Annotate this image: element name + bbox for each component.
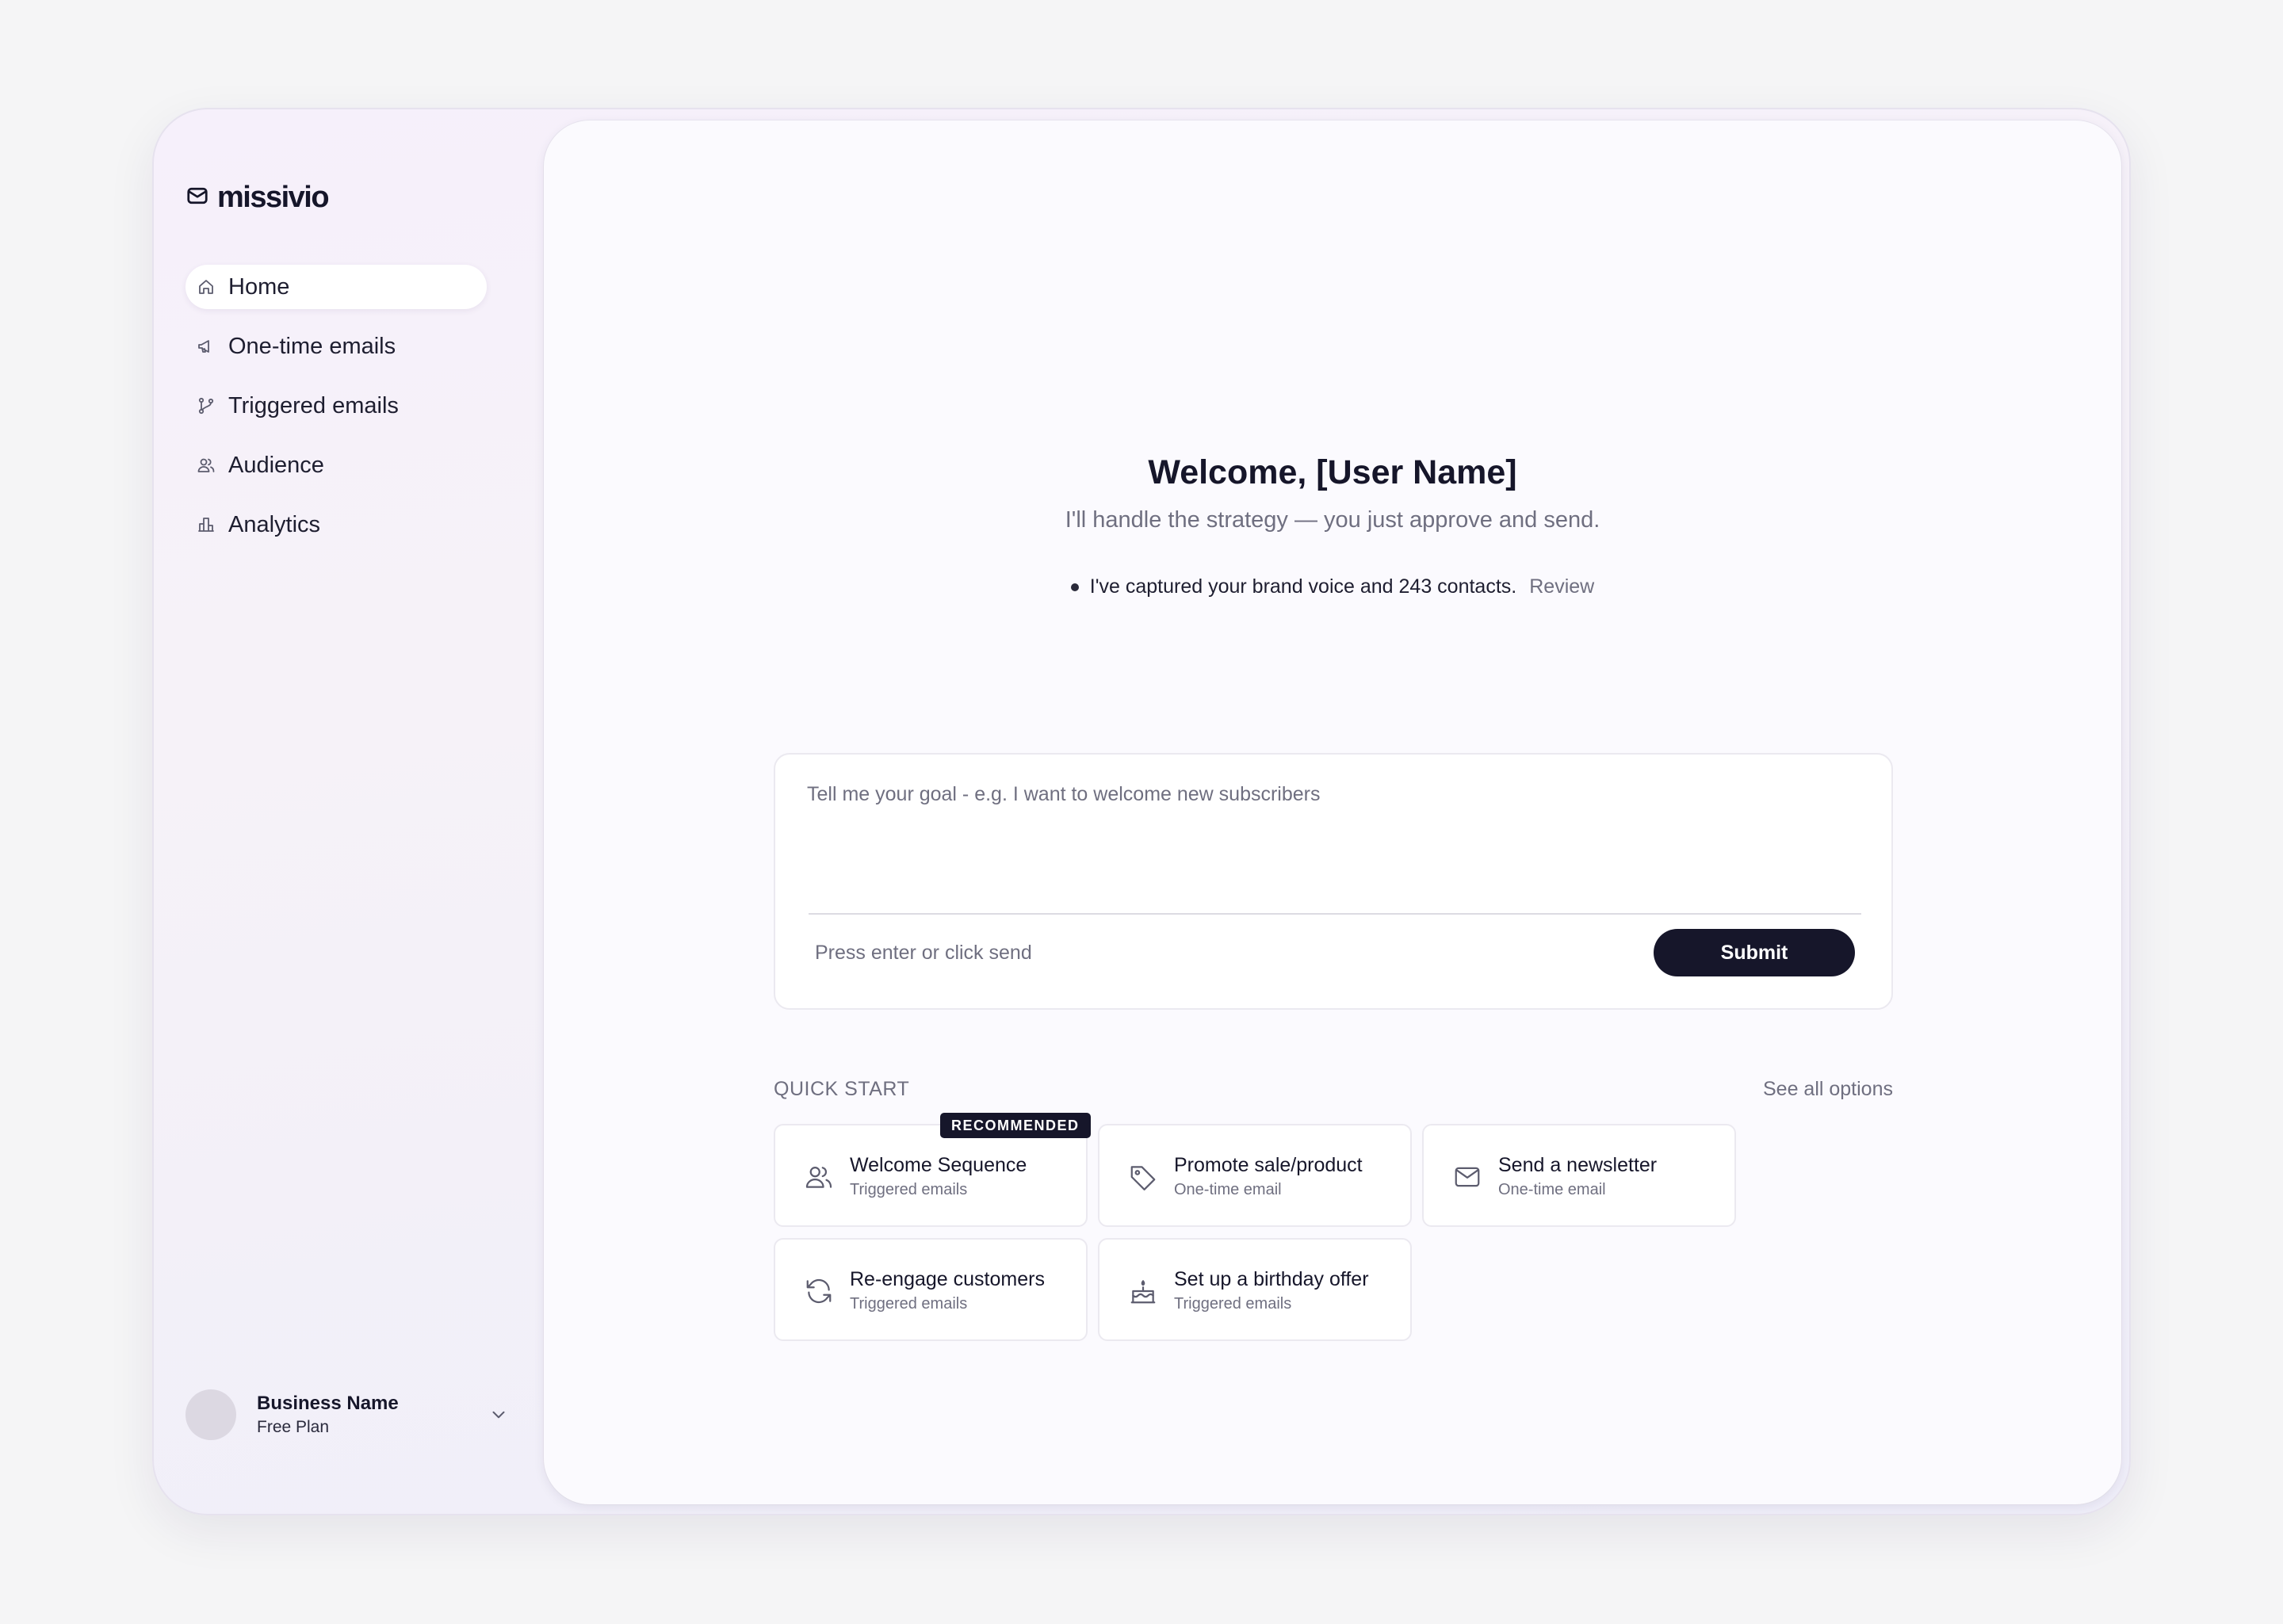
sidebar-item-label: Triggered emails — [228, 392, 399, 418]
status-line: I've captured your brand voice and 243 c… — [544, 575, 2121, 598]
goal-composer: Press enter or click send Submit — [774, 753, 1893, 1010]
avatar — [185, 1389, 236, 1440]
page-subtitle: I'll handle the strategy — you just appr… — [1065, 507, 1600, 533]
sidebar-item-label: Home — [228, 273, 290, 300]
sidebar-item-home[interactable]: Home — [185, 265, 487, 309]
sidebar-item-label: Audience — [228, 452, 324, 478]
goal-input[interactable] — [807, 783, 1861, 902]
card-subtitle: One-time email — [1498, 1181, 1606, 1198]
sidebar-item-label: Analytics — [228, 511, 321, 537]
account-name: Business Name — [257, 1393, 399, 1414]
users-icon — [195, 454, 217, 476]
sidebar-item-one-time-emails[interactable]: One-time emails — [185, 324, 487, 369]
card-title: Welcome Sequence — [850, 1154, 1027, 1176]
branch-icon — [195, 395, 217, 417]
quick-start-label: QUICK START — [774, 1078, 910, 1100]
tag-icon — [1128, 1162, 1158, 1192]
sidebar-item-analytics[interactable]: Analytics — [185, 502, 487, 547]
sidebar-nav: Home One-time emails Triggered emails Au… — [185, 265, 487, 562]
review-link[interactable]: Review — [1529, 575, 1594, 598]
page-title: Welcome, [User Name] — [1148, 453, 1517, 491]
users-icon — [804, 1162, 834, 1192]
mail-icon — [1452, 1162, 1482, 1192]
composer-divider — [809, 913, 1861, 915]
status-text: I've captured your brand voice and 243 c… — [1089, 575, 1517, 598]
chevron-down-icon[interactable] — [487, 1403, 511, 1427]
card-title: Send a newsletter — [1498, 1154, 1658, 1176]
quick-start-card-welcome-sequence[interactable]: RECOMMENDED Welcome Sequence Triggered e… — [774, 1113, 1091, 1227]
account-plan: Free Plan — [257, 1418, 330, 1436]
card-subtitle: Triggered emails — [850, 1295, 968, 1313]
status-dot-icon — [1070, 583, 1079, 591]
sidebar-item-triggered-emails[interactable]: Triggered emails — [185, 384, 487, 428]
card-subtitle: Triggered emails — [1174, 1295, 1292, 1313]
quick-start-card-birthday-offer[interactable]: Set up a birthday offer Triggered emails — [1098, 1238, 1412, 1341]
card-title: Promote sale/product — [1174, 1154, 1363, 1176]
quick-start-card-re-engage[interactable]: Re-engage customers Triggered emails — [774, 1238, 1088, 1341]
card-subtitle: One-time email — [1174, 1181, 1282, 1198]
account-switcher[interactable]: Business Name Free Plan — [185, 1389, 511, 1441]
home-icon — [195, 276, 217, 298]
megaphone-icon — [195, 335, 217, 357]
composer-hint: Press enter or click send — [815, 942, 1032, 964]
logo-text: missivio — [217, 181, 330, 214]
cake-icon — [1128, 1276, 1158, 1306]
bar-chart-icon — [195, 514, 217, 536]
quick-start-card-promote-sale[interactable]: Promote sale/product One-time email — [1098, 1124, 1412, 1227]
card-title: Set up a birthday offer — [1174, 1268, 1369, 1290]
logo[interactable]: missivio — [185, 181, 330, 215]
submit-button[interactable]: Submit — [1654, 929, 1855, 976]
sidebar-item-label: One-time emails — [228, 333, 396, 359]
envelope-logo-icon — [185, 184, 209, 212]
quick-start-card-newsletter[interactable]: Send a newsletter One-time email — [1422, 1124, 1736, 1227]
sidebar-item-audience[interactable]: Audience — [185, 443, 487, 487]
sidebar: missivio Home One-time emails Triggered … — [154, 109, 542, 1514]
refresh-icon — [804, 1276, 834, 1306]
main-panel: Welcome, [User Name] I'll handle the str… — [544, 120, 2121, 1504]
see-all-options-link[interactable]: See all options — [1733, 1078, 1893, 1101]
card-title: Re-engage customers — [850, 1268, 1045, 1290]
card-subtitle: Triggered emails — [850, 1181, 968, 1198]
app-window: missivio Home One-time emails Triggered … — [152, 108, 2131, 1515]
recommended-badge: RECOMMENDED — [940, 1113, 1091, 1138]
